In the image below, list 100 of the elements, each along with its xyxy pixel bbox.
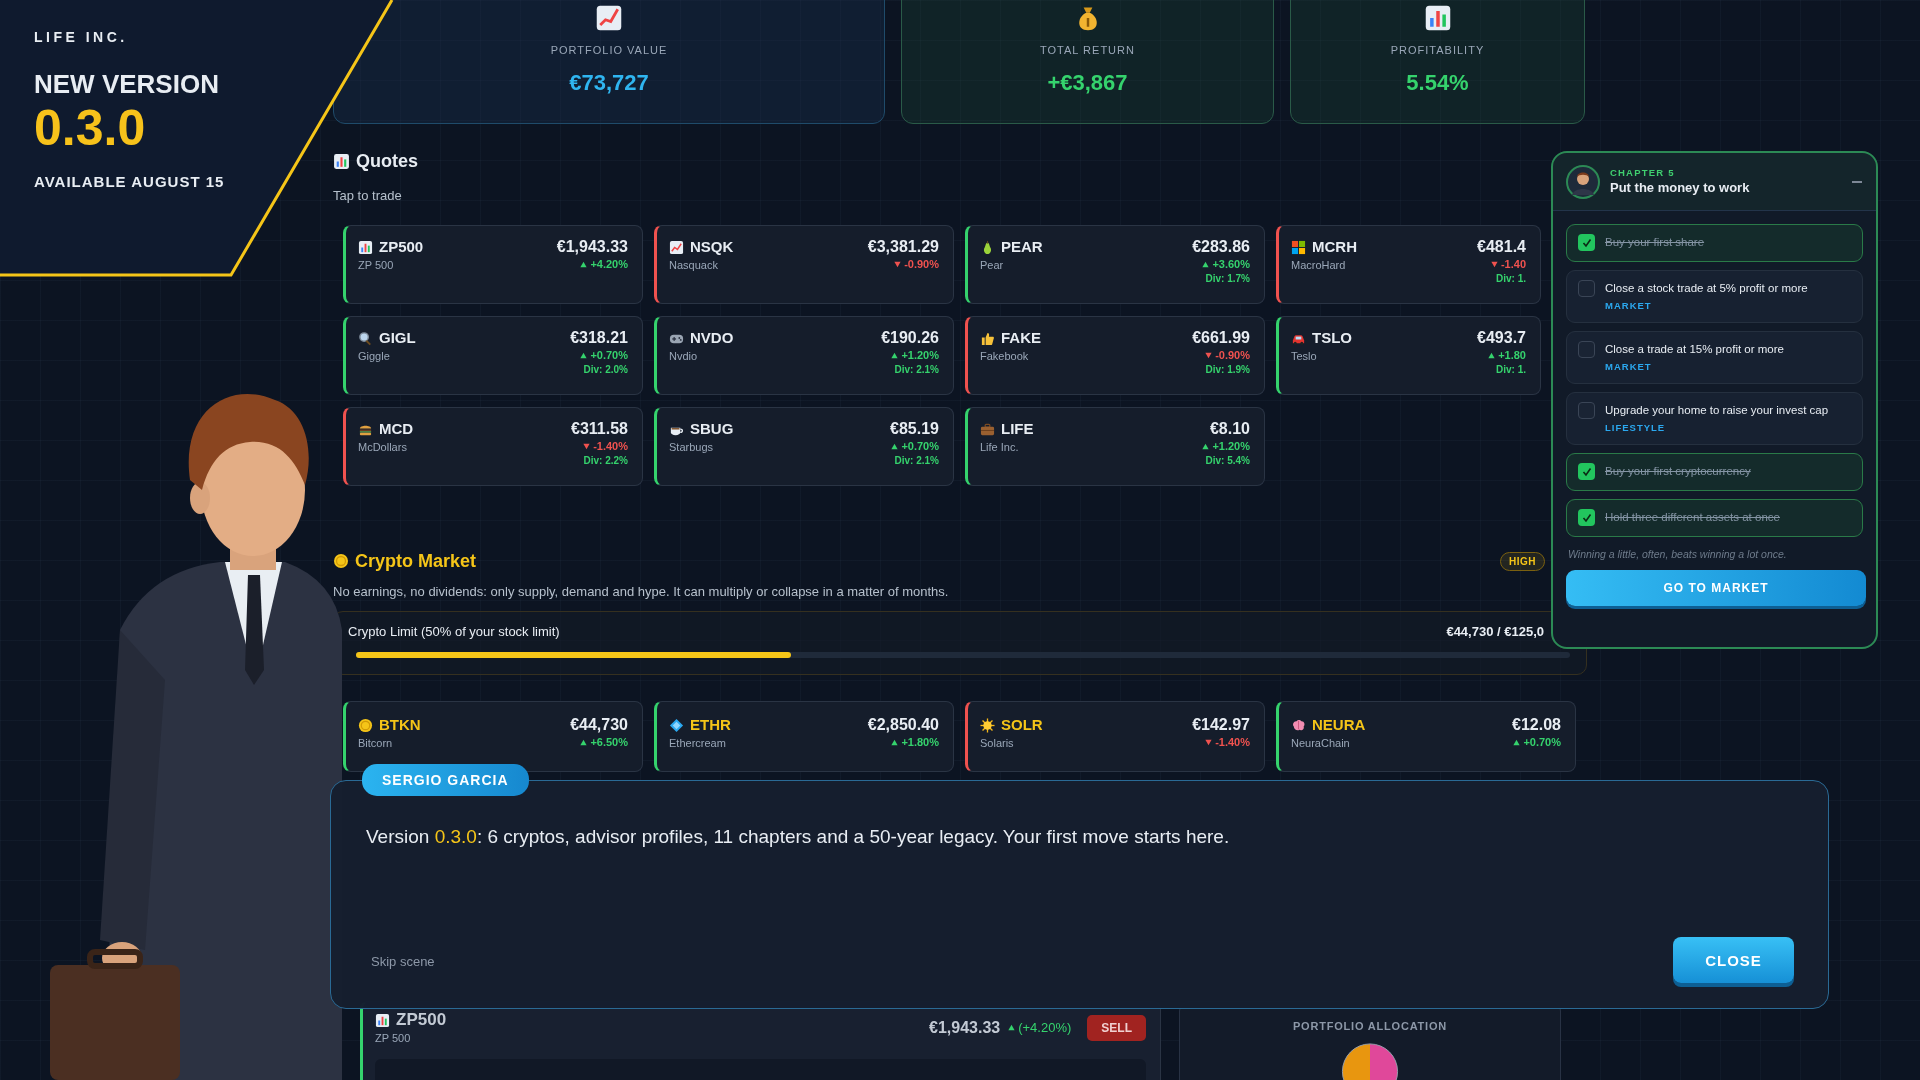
company-name: ZP 500 <box>375 1031 412 1045</box>
task-text: Buy your first cryptocurrency <box>1605 464 1751 479</box>
dividend-yield: Div: 1. <box>1496 363 1526 377</box>
price-change: +3.60% <box>1212 257 1250 272</box>
price-change: +1.80% <box>901 735 939 750</box>
company-name: Starbugs <box>669 440 715 454</box>
ticker-symbol: TSLO <box>1312 328 1352 348</box>
company-name: Giggle <box>358 349 391 363</box>
quote-card[interactable]: PEAR Pear €283.86 +3.60% Div: 1.7% <box>965 225 1265 304</box>
stat-value: +€3,867 <box>1047 70 1128 96</box>
company-name: Nasquack <box>669 258 719 272</box>
dialog-text: Version 0.3.0: 6 cryptos, advisor profiles, 11 chapters and a 50-year legacy. Your first move starts here. <box>366 825 1230 849</box>
company-name: Bitcorn <box>358 736 394 750</box>
task-tag: MARKET <box>1605 299 1808 313</box>
briefcase-icon <box>980 421 995 437</box>
ticker-symbol: FAKE <box>1001 328 1041 348</box>
avatar-icon <box>1566 164 1600 199</box>
checkbox[interactable] <box>1578 341 1595 358</box>
ticker-symbol: PEAR <box>1001 237 1043 257</box>
ticker-symbol: SOLR <box>1001 715 1043 735</box>
price: €85.19 <box>890 419 939 439</box>
version-number: 0.3.0 <box>34 100 146 156</box>
crypto-card[interactable]: NEURA NeuraChain €12.08 +0.70% <box>1276 701 1576 772</box>
coin-icon <box>333 553 349 569</box>
bar-chart-icon <box>375 1012 390 1028</box>
card-title: PORTFOLIO ALLOCATION <box>1292 1019 1448 1033</box>
ticker-symbol: MCD <box>379 419 414 439</box>
ticker-symbol: NVDO <box>690 328 734 348</box>
diamond-icon <box>669 717 684 733</box>
price: €1,943.33 <box>929 1017 1001 1038</box>
checkbox[interactable] <box>1578 402 1595 419</box>
company-name: Solaris <box>980 736 1015 750</box>
price-change: -1.40% <box>593 439 628 454</box>
task-tag: MARKET <box>1605 360 1784 374</box>
bar-chart-icon <box>1423 4 1452 32</box>
dividend-yield: Div: 2.0% <box>583 363 628 377</box>
task-tag: LIFESTYLE <box>1605 421 1829 435</box>
dividend-yield: Div: 1.7% <box>1205 272 1250 286</box>
banner-heading: NEW VERSION <box>34 69 219 99</box>
price: €3,381.29 <box>867 237 939 257</box>
price-change: +0.70% <box>590 348 628 363</box>
quote-card[interactable]: TSLO Teslo €493.7 +1.80 Div: 1. <box>1276 316 1541 395</box>
section-title: Quotes <box>356 150 418 172</box>
dividend-yield: Div: 5.4% <box>1205 454 1250 468</box>
check-icon <box>1581 466 1592 477</box>
quote-card[interactable]: FAKE Fakebook €661.99 -0.90% Div: 1.9% <box>965 316 1265 395</box>
ticker-symbol: NSQK <box>690 237 734 257</box>
price: €142.97 <box>1192 715 1250 735</box>
coin-icon <box>358 717 373 733</box>
ticker-symbol: ZP500 <box>379 237 424 257</box>
price-change: +0.70% <box>1523 735 1561 750</box>
line-chart-icon <box>669 239 684 255</box>
dividend-yield: Div: 2.1% <box>894 363 939 377</box>
ticker-symbol: MCRH <box>1312 237 1357 257</box>
quote-card[interactable]: SBUG Starbugs €85.19 +0.70% Div: 2.1% <box>654 407 954 486</box>
price: €190.26 <box>881 328 939 348</box>
quote-card[interactable]: GIGL Giggle €318.21 +0.70% Div: 2.0% <box>343 316 643 395</box>
sell-button[interactable]: SELL <box>1087 1014 1146 1041</box>
task-text: Hold three different assets at once <box>1605 510 1780 525</box>
dividend-yield: Div: 2.2% <box>583 454 628 468</box>
chart-up-icon <box>595 4 623 32</box>
search-icon <box>358 330 373 346</box>
checkbox[interactable] <box>1578 463 1595 480</box>
ticker-symbol: ZP500 <box>396 1010 447 1030</box>
quote-card[interactable]: ZP500 ZP 500 €1,943.33 +4.20% <box>343 225 643 304</box>
thumbs-up-icon <box>980 330 995 346</box>
price-change: -1.40 <box>1500 257 1526 272</box>
availability-date: AVAILABLE AUGUST 15 <box>34 173 225 191</box>
price: €1,943.33 <box>556 237 628 257</box>
price: €661.99 <box>1192 328 1250 348</box>
risk-badge: HIGH <box>1500 551 1545 571</box>
company-name: MacroHard <box>1291 258 1347 272</box>
brand-name: LIFE INC. <box>34 29 128 45</box>
crypto-card[interactable]: BTKN Bitcorn €44,730 +6.50% <box>343 701 643 772</box>
checkbox[interactable] <box>1578 234 1595 251</box>
quote-card[interactable]: NVDO Nvdio €190.26 +1.20% Div: 2.1% <box>654 316 954 395</box>
ticker-symbol: BTKN <box>379 715 421 735</box>
crypto-card[interactable]: SOLR Solaris €142.97 -1.40% <box>965 701 1265 772</box>
checkbox[interactable] <box>1578 280 1595 297</box>
checkbox[interactable] <box>1578 509 1595 526</box>
stat-value: €73,727 <box>569 70 649 96</box>
crypto-card[interactable]: ETHR Ethercream €2,850.40 +1.80% <box>654 701 954 772</box>
ticker-symbol: LIFE <box>1001 419 1034 439</box>
minimize-icon[interactable] <box>1852 180 1862 183</box>
price-change: +1.20% <box>901 348 939 363</box>
quote-card[interactable]: MCRH MacroHard €481.4 -1.40 Div: 1. <box>1276 225 1541 304</box>
quote-card[interactable]: MCD McDollars €311.58 -1.40% Div: 2.2% <box>343 407 643 486</box>
task-text: Close a stock trade at 5% profit or more <box>1605 281 1808 296</box>
company-name: Life Inc. <box>980 440 1020 454</box>
price-change: +1.20% <box>1212 439 1250 454</box>
price-change: -0.90% <box>904 257 939 272</box>
quote-card[interactable]: NSQK Nasquack €3,381.29 -0.90% <box>654 225 954 304</box>
company-name: NeuraChain <box>1291 736 1351 750</box>
tip-quote: Winning a little, often, beats winning a lot once. <box>1568 547 1788 561</box>
company-name: Ethercream <box>669 736 727 750</box>
stat-label: PROFITABILITY <box>1390 43 1485 57</box>
section-subtitle: Tap to trade <box>333 188 402 204</box>
stat-label: TOTAL RETURN <box>1040 43 1135 57</box>
skip-scene-link[interactable]: Skip scene <box>371 954 435 969</box>
quote-card[interactable]: LIFE Life Inc. €8.10 +1.20% Div: 5.4% <box>965 407 1265 486</box>
